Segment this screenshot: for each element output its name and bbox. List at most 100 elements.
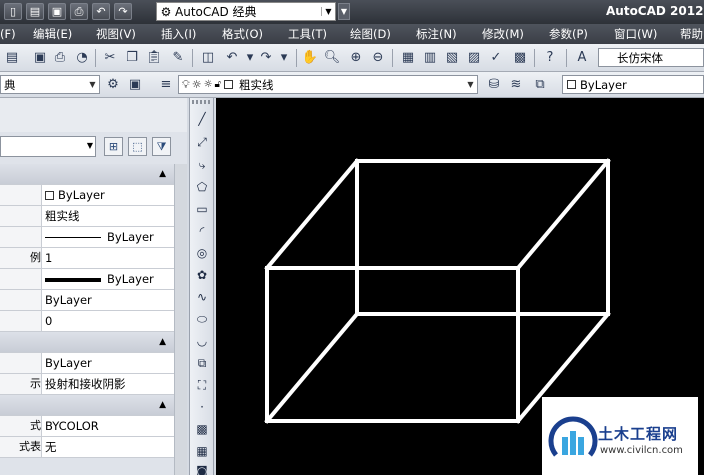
- property-row-linetype[interactable]: ByLayer: [0, 227, 174, 248]
- polygon-icon[interactable]: ⬠: [193, 178, 211, 196]
- print-icon[interactable]: ⎙: [70, 3, 88, 20]
- menu-help[interactable]: 帮助: [680, 26, 703, 42]
- rectangle-icon[interactable]: ▭: [193, 200, 211, 218]
- tool-palettes-icon[interactable]: ▧: [442, 48, 462, 68]
- property-row-layer[interactable]: 粗实线: [0, 206, 174, 227]
- color-select[interactable]: ByLayer: [562, 75, 704, 94]
- customize-quick-access-icon[interactable]: ▼: [338, 3, 350, 20]
- design-center-icon[interactable]: ▥: [420, 48, 440, 68]
- section-general[interactable]: ▲: [0, 164, 174, 185]
- watermark-url: www.civilcn.com: [600, 445, 683, 456]
- insert-block-icon[interactable]: ⧉: [193, 354, 211, 372]
- undo-icon[interactable]: ↶: [222, 48, 242, 68]
- match-properties-icon[interactable]: ✎: [168, 48, 188, 68]
- circle-icon[interactable]: ◎: [193, 244, 211, 262]
- menu-edit[interactable]: 编辑(E): [33, 26, 72, 42]
- sheet-set-icon[interactable]: ▨: [464, 48, 484, 68]
- chevron-down-icon: ▼: [467, 80, 474, 89]
- menu-file[interactable]: (F): [0, 27, 16, 41]
- save-icon[interactable]: ▣: [30, 48, 50, 68]
- section-plot-style[interactable]: ▲: [0, 395, 174, 416]
- arc-icon[interactable]: ◜: [193, 222, 211, 240]
- property-row-color[interactable]: ByLayer: [0, 185, 174, 206]
- property-row-lineweight[interactable]: ByLayer: [0, 269, 174, 290]
- construction-line-icon[interactable]: ⤢: [193, 133, 211, 151]
- property-row-shadow-display[interactable]: 示 投射和接收阴影: [0, 374, 174, 395]
- zoom-previous-icon[interactable]: ⊖: [368, 48, 388, 68]
- select-objects-icon[interactable]: ⬚: [128, 137, 147, 156]
- property-row-linetype-scale[interactable]: 例 1: [0, 248, 174, 269]
- zoom-realtime-icon[interactable]: 🔍︎: [322, 48, 342, 68]
- menu-dimension[interactable]: 标注(N): [416, 26, 457, 42]
- property-row-plot-style-table[interactable]: 式表 无: [0, 437, 174, 458]
- workspace-select[interactable]: ⚙ AutoCAD 经典 ▼: [156, 2, 336, 21]
- menu-tools[interactable]: 工具(T): [288, 26, 327, 42]
- properties-icon[interactable]: ▦: [398, 48, 418, 68]
- quick-select-icon[interactable]: ⧩: [152, 137, 171, 156]
- layer-manager-icon[interactable]: ≡: [156, 75, 176, 95]
- polyline-icon[interactable]: ⤷: [193, 156, 211, 174]
- property-key: [0, 290, 42, 310]
- pan-icon[interactable]: ✋: [300, 48, 320, 68]
- chevron-down-icon: ▼: [89, 80, 96, 89]
- menu-insert[interactable]: 插入(I): [161, 26, 196, 42]
- section-3d-effects[interactable]: ▲: [0, 332, 174, 353]
- print-icon[interactable]: ⎙: [50, 48, 70, 68]
- markup-icon[interactable]: ✓: [486, 48, 506, 68]
- zoom-window-icon[interactable]: ⊕: [346, 48, 366, 68]
- quickcalc-icon[interactable]: ▩: [510, 48, 530, 68]
- menu-parametric[interactable]: 参数(P): [549, 26, 588, 42]
- help-icon[interactable]: ?: [540, 48, 560, 68]
- property-key: [0, 227, 42, 247]
- menu-modify[interactable]: 修改(M): [482, 26, 524, 42]
- undo-icon[interactable]: ↶: [92, 3, 110, 20]
- layer-previous-icon[interactable]: ≋: [506, 75, 526, 95]
- menu-draw[interactable]: 绘图(D): [350, 26, 391, 42]
- menu-bar: (F) 编辑(E) 视图(V) 插入(I) 格式(O) 工具(T) 绘图(D) …: [0, 24, 704, 44]
- cut-icon[interactable]: ✂: [100, 48, 120, 68]
- save-icon[interactable]: ▣: [48, 3, 66, 20]
- open-file-icon[interactable]: ▤: [26, 3, 44, 20]
- text-style-icon[interactable]: A: [572, 48, 592, 68]
- back-face: [355, 159, 610, 316]
- new-file-icon[interactable]: ▯: [4, 3, 22, 20]
- make-block-icon[interactable]: ⛶: [193, 376, 211, 394]
- toolbar-grip[interactable]: [192, 100, 212, 104]
- selection-select[interactable]: ▼: [0, 136, 96, 157]
- property-row-thickness[interactable]: 0: [0, 311, 174, 332]
- menu-window[interactable]: 窗口(W): [614, 26, 657, 42]
- gradient-icon[interactable]: ▦: [193, 442, 211, 460]
- toggle-pickadd-icon[interactable]: ⊞: [104, 137, 123, 156]
- block-editor-icon[interactable]: ◫: [198, 48, 218, 68]
- palette-scrollbar[interactable]: [174, 164, 187, 475]
- workspace-combo[interactable]: 典 ▼: [0, 75, 100, 94]
- layer-states-icon[interactable]: ⧉: [530, 75, 550, 95]
- publish-icon[interactable]: ◔: [72, 48, 92, 68]
- redo-icon[interactable]: ↷: [114, 3, 132, 20]
- hatch-icon[interactable]: ▩: [193, 420, 211, 438]
- open-icon[interactable]: ▤: [2, 48, 22, 68]
- workspace-settings-icon[interactable]: ▣: [125, 75, 145, 95]
- paste-icon[interactable]: 📋︎: [144, 48, 164, 68]
- ellipse-arc-icon[interactable]: ◡: [193, 332, 211, 350]
- property-value: 无: [45, 440, 57, 454]
- gear-icon[interactable]: ⚙: [103, 75, 123, 95]
- region-icon[interactable]: ◙: [193, 462, 211, 475]
- menu-view[interactable]: 视图(V): [96, 26, 136, 42]
- point-icon[interactable]: ·: [193, 398, 211, 416]
- property-row-plot-style[interactable]: 式 BYCOLOR: [0, 416, 174, 437]
- property-row-material[interactable]: ByLayer: [0, 353, 174, 374]
- ellipse-icon[interactable]: ⬭: [193, 310, 211, 328]
- layer-select[interactable]: 💡︎ ☼ ☼ 🔓︎ 粗实线 ▼: [178, 75, 478, 94]
- spline-icon[interactable]: ∿: [193, 288, 211, 306]
- property-row-transparency[interactable]: ByLayer: [0, 290, 174, 311]
- property-key: [0, 206, 42, 226]
- menu-format[interactable]: 格式(O): [222, 26, 263, 42]
- line-icon[interactable]: ╱: [193, 110, 211, 128]
- text-style-select[interactable]: 长仿宋体: [598, 48, 704, 67]
- make-current-layer-icon[interactable]: ⛁: [484, 75, 504, 95]
- redo-dropdown-icon[interactable]: ▾: [274, 48, 294, 68]
- revision-cloud-icon[interactable]: ✿: [193, 266, 211, 284]
- redo-icon[interactable]: ↷: [256, 48, 276, 68]
- copy-icon[interactable]: ❐: [122, 48, 142, 68]
